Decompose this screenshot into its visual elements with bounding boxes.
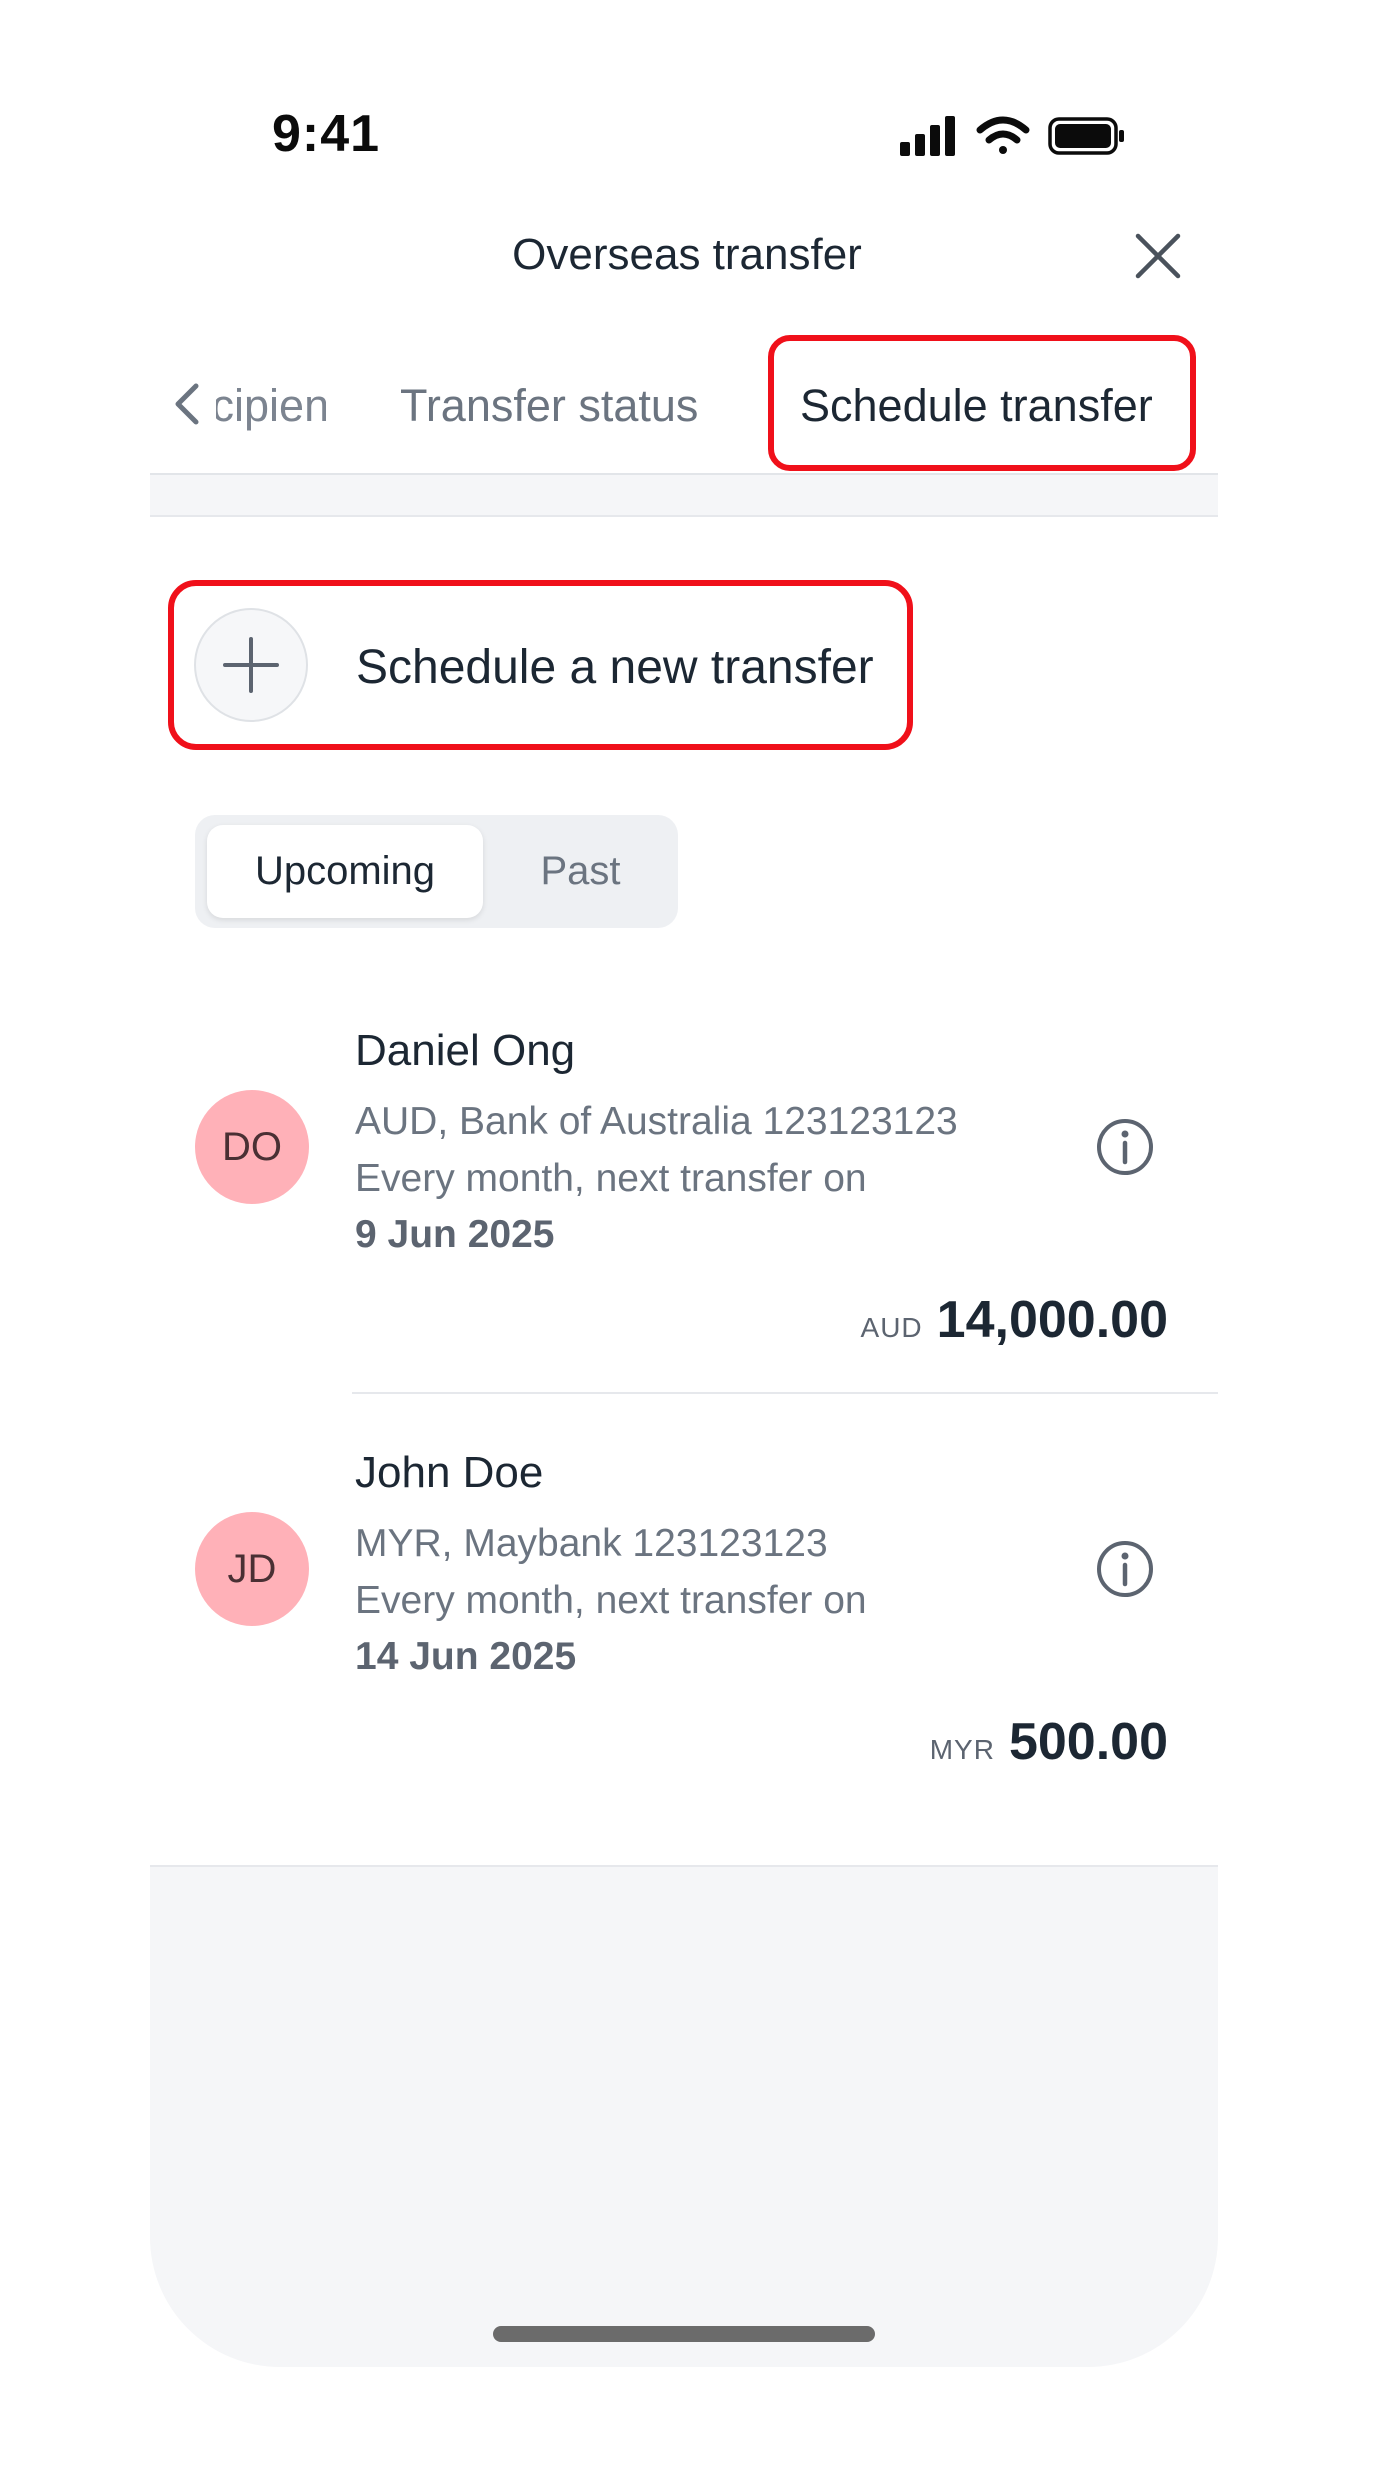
info-button[interactable] (1095, 1117, 1155, 1177)
amount-currency: AUD (860, 1312, 923, 1343)
avatar: DO (195, 1090, 309, 1204)
status-icons (900, 112, 1130, 160)
status-time: 9:41 (272, 105, 381, 163)
tab-scroll-back-button[interactable] (170, 382, 204, 426)
signal-icon (900, 116, 955, 156)
recipient-name: John Doe (355, 1448, 544, 1497)
segment-past[interactable]: Past (493, 825, 668, 918)
tab-transfer-status[interactable]: Transfer status (400, 380, 698, 432)
tab-recipients[interactable]: Recipients (216, 380, 326, 432)
tab-recipients-label: Recipients (216, 380, 326, 431)
next-transfer-date: 9 Jun 2025 (355, 1213, 555, 1256)
info-icon (1097, 1119, 1153, 1175)
frequency-text: Every month, next transfer on (355, 1579, 867, 1622)
home-indicator[interactable] (493, 2326, 875, 2342)
chevron-left-icon (175, 383, 199, 425)
amount-value: 14,000.00 (936, 1291, 1168, 1349)
info-button[interactable] (1095, 1539, 1155, 1599)
section-divider (150, 475, 1218, 517)
transfer-item[interactable]: DO Daniel Ong AUD, Bank of Australia 123… (150, 1010, 1218, 1400)
next-transfer-date: 14 Jun 2025 (355, 1635, 577, 1678)
account-details: AUD, Bank of Australia 123123123 (355, 1100, 958, 1143)
schedule-new-transfer-label[interactable]: Schedule a new transfer (356, 640, 874, 695)
wifi-icon (976, 116, 1030, 154)
plus-icon (223, 637, 279, 693)
segment-upcoming[interactable]: Upcoming (207, 825, 483, 918)
avatar: JD (195, 1512, 309, 1626)
close-button[interactable] (1130, 228, 1186, 284)
frequency-text: Every month, next transfer on (355, 1157, 867, 1200)
amount-currency: MYR (929, 1734, 995, 1765)
empty-area (150, 1865, 1218, 2367)
close-icon (1135, 233, 1181, 279)
battery-icon (1048, 117, 1124, 155)
segmented-control: Upcoming Past (195, 815, 678, 928)
transfer-item[interactable]: JD John Doe MYR, Maybank 123123123 Every… (150, 1432, 1218, 1822)
info-icon (1097, 1541, 1153, 1597)
highlight-box-schedule-tab (768, 335, 1196, 471)
amount-value: 500.00 (1008, 1713, 1168, 1771)
transfer-amount: MYR 500.00 (930, 1712, 1168, 1772)
transfer-amount: AUD 14,000.00 (861, 1290, 1168, 1350)
add-circle[interactable] (194, 608, 308, 722)
recipient-name: Daniel Ong (355, 1026, 576, 1075)
account-details: MYR, Maybank 123123123 (355, 1522, 828, 1565)
list-divider (352, 1392, 1218, 1394)
